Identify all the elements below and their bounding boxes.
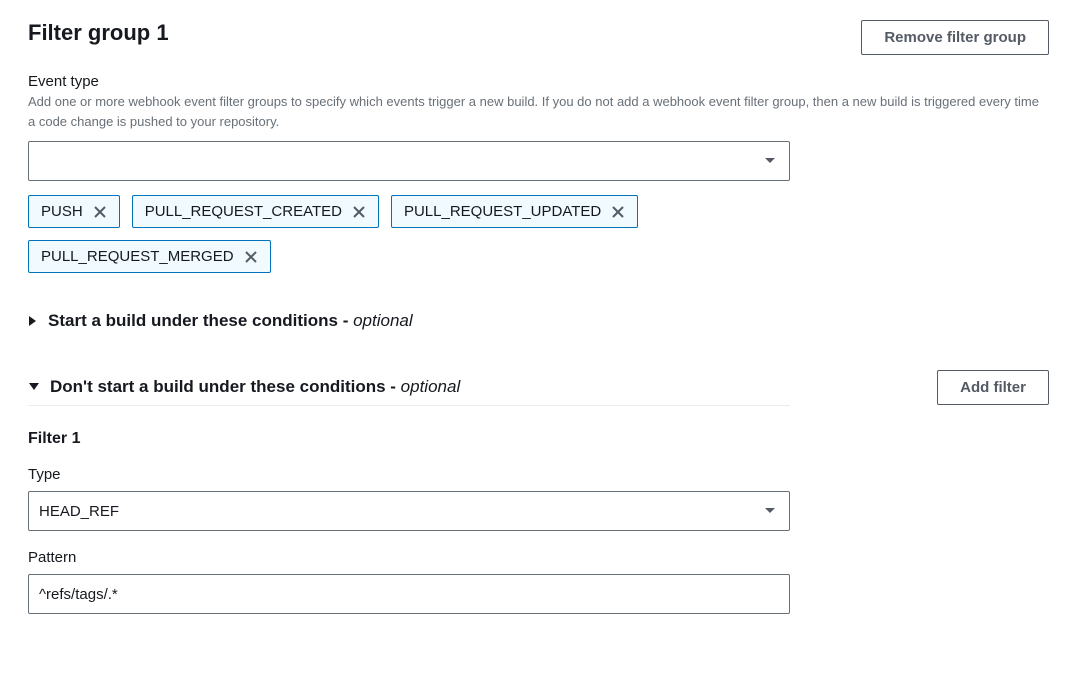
- filter-type-value: HEAD_REF: [39, 503, 753, 520]
- start-conditions-toggle[interactable]: Start a build under these conditions - o…: [28, 303, 790, 339]
- close-icon[interactable]: [244, 250, 258, 264]
- optional-label: optional: [353, 311, 413, 330]
- filter-group-title: Filter group 1: [28, 20, 169, 46]
- event-type-chips: PUSH PULL_REQUEST_CREATED PULL_REQUEST_U…: [28, 195, 808, 273]
- chip-label: PULL_REQUEST_CREATED: [145, 203, 342, 220]
- chip-push: PUSH: [28, 195, 120, 228]
- start-conditions-prefix: Start a build under these conditions -: [48, 311, 353, 330]
- close-icon[interactable]: [352, 205, 366, 219]
- dont-start-conditions-toggle[interactable]: Don't start a build under these conditio…: [28, 369, 790, 405]
- filter-type-select[interactable]: HEAD_REF: [28, 491, 790, 531]
- caret-down-icon: [28, 382, 40, 392]
- optional-label: optional: [401, 377, 461, 396]
- event-type-label: Event type: [28, 73, 1049, 90]
- event-type-select[interactable]: [28, 141, 790, 181]
- chip-label: PUSH: [41, 203, 83, 220]
- chip-label: PULL_REQUEST_UPDATED: [404, 203, 601, 220]
- filter-pattern-label: Pattern: [28, 549, 1049, 566]
- caret-right-icon: [28, 315, 38, 327]
- close-icon[interactable]: [93, 205, 107, 219]
- add-filter-button[interactable]: Add filter: [937, 370, 1049, 405]
- dont-start-conditions-title: Don't start a build under these conditio…: [50, 377, 460, 397]
- event-type-help: Add one or more webhook event filter gro…: [28, 92, 1048, 131]
- filter-pattern-input[interactable]: [28, 574, 790, 614]
- chip-pull-request-created: PULL_REQUEST_CREATED: [132, 195, 379, 228]
- chip-pull-request-merged: PULL_REQUEST_MERGED: [28, 240, 271, 273]
- chip-label: PULL_REQUEST_MERGED: [41, 248, 234, 265]
- chip-pull-request-updated: PULL_REQUEST_UPDATED: [391, 195, 638, 228]
- filter-1-heading: Filter 1: [28, 430, 1049, 448]
- dont-start-conditions-prefix: Don't start a build under these conditio…: [50, 377, 401, 396]
- filter-type-label: Type: [28, 466, 1049, 483]
- divider: [28, 405, 790, 406]
- close-icon[interactable]: [611, 205, 625, 219]
- remove-filter-group-button[interactable]: Remove filter group: [861, 20, 1049, 55]
- start-conditions-title: Start a build under these conditions - o…: [48, 311, 413, 331]
